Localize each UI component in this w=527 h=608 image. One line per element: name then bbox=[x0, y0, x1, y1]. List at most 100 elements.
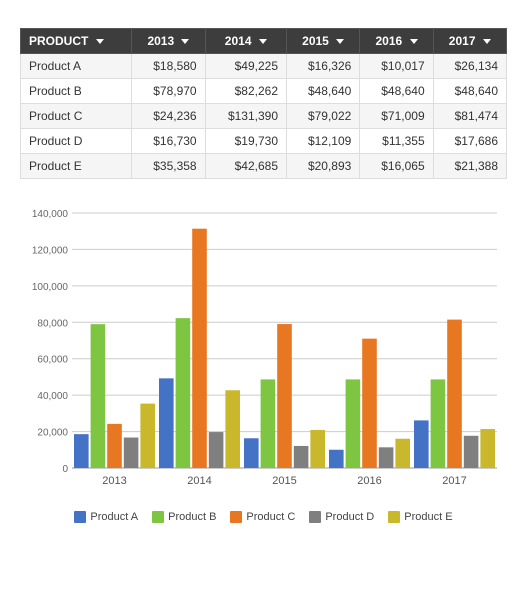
filter-icon[interactable] bbox=[181, 39, 189, 44]
legend-swatch bbox=[309, 511, 321, 523]
header-cell-2013[interactable]: 2013 bbox=[132, 29, 205, 54]
chart-legend: Product A Product B Product C Product D Prod… bbox=[20, 511, 507, 523]
table-cell: $16,730 bbox=[132, 129, 205, 154]
table-header: PRODUCT 2013 2014 2015 2016 2017 bbox=[21, 29, 507, 54]
table-cell: $48,640 bbox=[433, 79, 506, 104]
bar-C-2016 bbox=[362, 339, 377, 468]
bar-C-2017 bbox=[447, 320, 462, 468]
bar-D-2015 bbox=[294, 446, 309, 468]
table-cell: $48,640 bbox=[360, 79, 433, 104]
table-body: Product A$18,580$49,225$16,326$10,017$26… bbox=[21, 54, 507, 179]
svg-text:20,000: 20,000 bbox=[37, 428, 68, 439]
table-cell: $81,474 bbox=[433, 104, 506, 129]
legend-label: Product A bbox=[90, 511, 138, 523]
bar-C-2015 bbox=[277, 324, 292, 468]
svg-text:2014: 2014 bbox=[187, 475, 211, 487]
svg-text:2015: 2015 bbox=[272, 475, 296, 487]
bar-E-2016 bbox=[395, 439, 410, 468]
table-cell: $42,685 bbox=[205, 154, 286, 179]
table-row: Product D$16,730$19,730$12,109$11,355$17… bbox=[21, 129, 507, 154]
table-cell: $12,109 bbox=[287, 129, 360, 154]
legend-swatch bbox=[388, 511, 400, 523]
table-cell: $71,009 bbox=[360, 104, 433, 129]
filter-icon-product[interactable] bbox=[96, 39, 104, 44]
header-cell-2014[interactable]: 2014 bbox=[205, 29, 286, 54]
bar-E-2013 bbox=[140, 404, 155, 468]
bar-B-2017 bbox=[431, 379, 446, 468]
table-row: Product C$24,236$131,390$79,022$71,009$8… bbox=[21, 104, 507, 129]
bar-A-2016 bbox=[329, 450, 344, 468]
bar-D-2016 bbox=[379, 447, 394, 468]
svg-text:120,000: 120,000 bbox=[32, 245, 69, 256]
bar-A-2015 bbox=[244, 438, 259, 468]
table-cell: Product D bbox=[21, 129, 132, 154]
svg-text:2016: 2016 bbox=[357, 475, 381, 487]
svg-text:40,000: 40,000 bbox=[37, 391, 68, 402]
table-cell: $48,640 bbox=[287, 79, 360, 104]
bar-chart-svg: 020,00040,00060,00080,000100,000120,0001… bbox=[20, 203, 507, 503]
filter-icon[interactable] bbox=[259, 39, 267, 44]
table-cell: Product E bbox=[21, 154, 132, 179]
header-cell-product: PRODUCT bbox=[21, 29, 132, 54]
filter-icon[interactable] bbox=[410, 39, 418, 44]
table-cell: $79,022 bbox=[287, 104, 360, 129]
table-cell: $24,236 bbox=[132, 104, 205, 129]
legend-label: Product D bbox=[325, 511, 374, 523]
legend-swatch bbox=[230, 511, 242, 523]
bar-B-2015 bbox=[261, 379, 276, 468]
table-cell: Product B bbox=[21, 79, 132, 104]
legend-item-product-e: Product E bbox=[388, 511, 452, 523]
svg-text:0: 0 bbox=[62, 464, 68, 475]
bar-B-2014 bbox=[176, 318, 191, 468]
bar-E-2017 bbox=[480, 429, 495, 468]
header-row: PRODUCT 2013 2014 2015 2016 2017 bbox=[21, 29, 507, 54]
header-cell-2016[interactable]: 2016 bbox=[360, 29, 433, 54]
bar-E-2015 bbox=[310, 430, 325, 468]
table-cell: Product C bbox=[21, 104, 132, 129]
bar-A-2017 bbox=[414, 420, 429, 468]
table-cell: Product A bbox=[21, 54, 132, 79]
table-cell: $16,065 bbox=[360, 154, 433, 179]
table-cell: $11,355 bbox=[360, 129, 433, 154]
bar-A-2014 bbox=[159, 378, 174, 468]
bar-C-2013 bbox=[107, 424, 122, 468]
legend-swatch bbox=[74, 511, 86, 523]
table-cell: $20,893 bbox=[287, 154, 360, 179]
legend-label: Product E bbox=[404, 511, 452, 523]
legend-item-product-b: Product B bbox=[152, 511, 216, 523]
table-cell: $17,686 bbox=[433, 129, 506, 154]
data-table: PRODUCT 2013 2014 2015 2016 2017 Product… bbox=[20, 28, 507, 179]
header-cell-2015[interactable]: 2015 bbox=[287, 29, 360, 54]
legend-item-product-d: Product D bbox=[309, 511, 374, 523]
filter-icon[interactable] bbox=[336, 39, 344, 44]
chart-area: 020,00040,00060,00080,000100,000120,0001… bbox=[20, 203, 507, 503]
table-cell: $10,017 bbox=[360, 54, 433, 79]
table-cell: $131,390 bbox=[205, 104, 286, 129]
legend-label: Product C bbox=[246, 511, 295, 523]
bar-D-2014 bbox=[209, 432, 224, 468]
legend-label: Product B bbox=[168, 511, 216, 523]
legend-item-product-c: Product C bbox=[230, 511, 295, 523]
filter-icon[interactable] bbox=[483, 39, 491, 44]
table-cell: $49,225 bbox=[205, 54, 286, 79]
chart-section: 020,00040,00060,00080,000100,000120,0001… bbox=[20, 203, 507, 523]
table-cell: $78,970 bbox=[132, 79, 205, 104]
table-cell: $19,730 bbox=[205, 129, 286, 154]
svg-text:80,000: 80,000 bbox=[37, 318, 68, 329]
svg-text:100,000: 100,000 bbox=[32, 282, 69, 293]
bar-A-2013 bbox=[74, 434, 89, 468]
svg-text:60,000: 60,000 bbox=[37, 355, 68, 366]
svg-text:2017: 2017 bbox=[442, 475, 466, 487]
table-row: Product B$78,970$82,262$48,640$48,640$48… bbox=[21, 79, 507, 104]
svg-text:2013: 2013 bbox=[102, 475, 126, 487]
table-cell: $21,388 bbox=[433, 154, 506, 179]
legend-swatch bbox=[152, 511, 164, 523]
table-cell: $18,580 bbox=[132, 54, 205, 79]
header-cell-2017[interactable]: 2017 bbox=[433, 29, 506, 54]
table-row: Product E$35,358$42,685$20,893$16,065$21… bbox=[21, 154, 507, 179]
bar-D-2017 bbox=[464, 436, 479, 468]
bar-B-2013 bbox=[91, 324, 106, 468]
table-cell: $26,134 bbox=[433, 54, 506, 79]
bar-B-2016 bbox=[346, 379, 361, 468]
bar-C-2014 bbox=[192, 229, 207, 468]
